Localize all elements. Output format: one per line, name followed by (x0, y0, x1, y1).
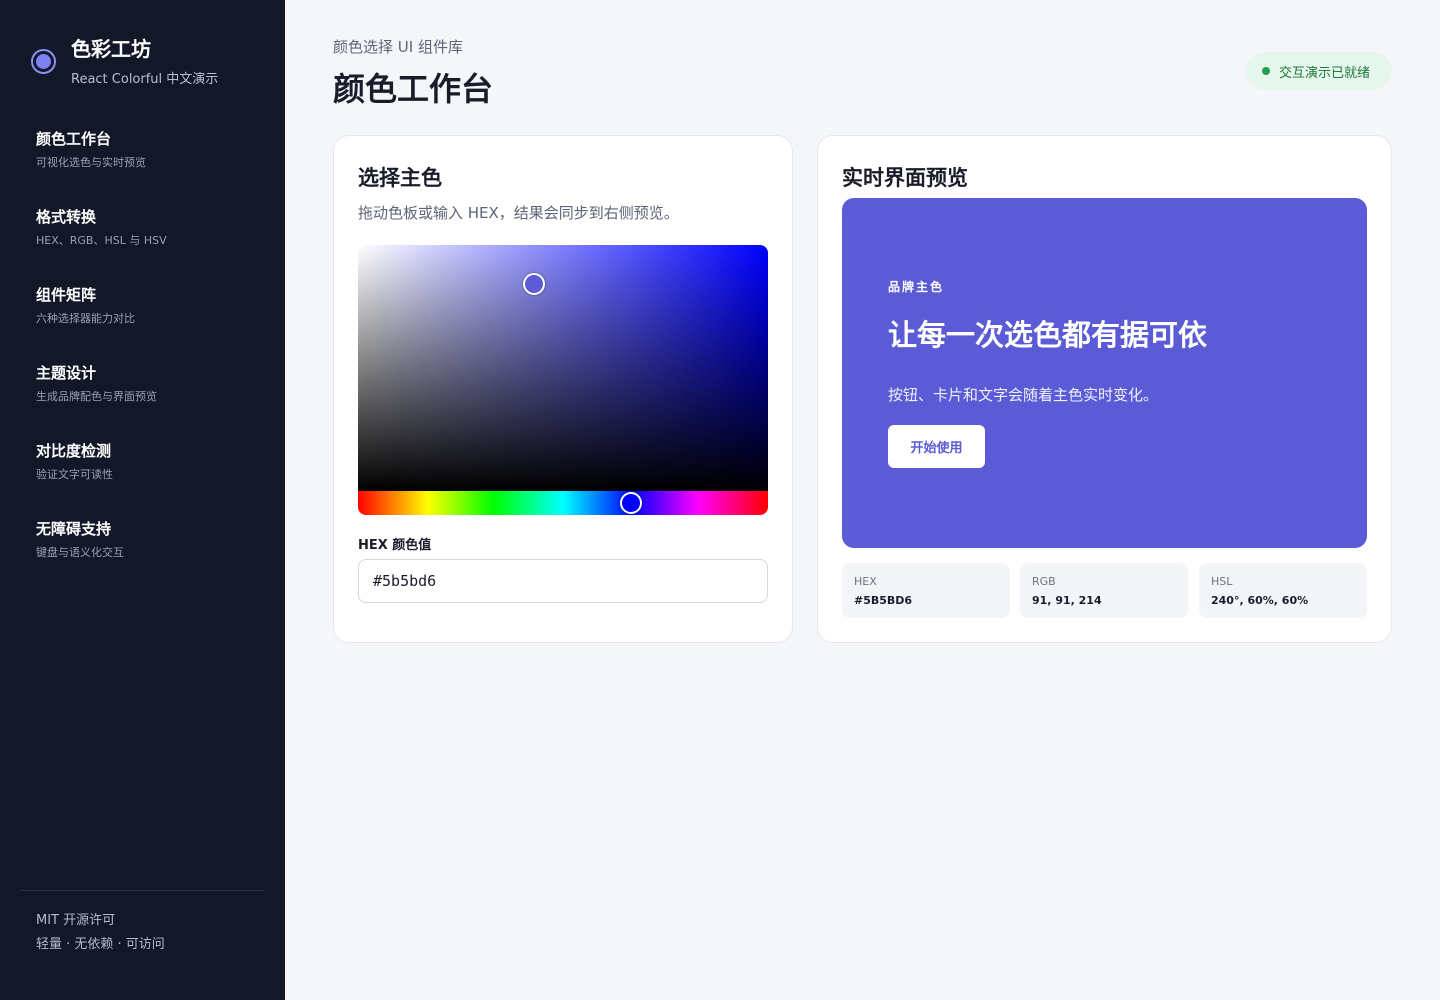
brand: 色彩工坊 React Colorful 中文演示 (31, 36, 218, 87)
sidebar-item-desc: 六种选择器能力对比 (36, 312, 135, 325)
page-title: 颜色工作台 (333, 70, 494, 108)
sidebar: 色彩工坊 React Colorful 中文演示 颜色工作台 可视化选色与实时预… (0, 0, 285, 1000)
value-text: #5B5BD6 (854, 594, 913, 607)
picker-desc: 拖动色板或输入 HEX，结果会同步到右侧预览。 (358, 204, 679, 222)
sidebar-item-desc: 生成品牌配色与界面预览 (36, 390, 157, 403)
footer-tagline: 轻量 · 无依赖 · 可访问 (36, 937, 165, 952)
sidebar-item-format[interactable]: 格式转换 HEX、RGB、HSL 与 HSV (36, 206, 167, 284)
value-text: 91, 91, 214 (1032, 594, 1102, 607)
sidebar-item-desc: 键盘与语义化交互 (36, 546, 124, 559)
hex-label: HEX 颜色值 (358, 538, 432, 553)
hero-headline: 让每一次选色都有据可依 (888, 318, 1208, 352)
preview-hero: 品牌主色 让每一次选色都有据可依 按钮、卡片和文字会随着主色实时变化。 开始使用 (842, 198, 1367, 548)
value-label: HEX (854, 575, 877, 588)
hsl-value-card: HSL 240°, 60%, 60% (1199, 563, 1367, 618)
saturation-handle[interactable] (523, 273, 546, 296)
license-text: MIT 开源许可 (36, 913, 116, 928)
sidebar-item-theme[interactable]: 主题设计 生成品牌配色与界面预览 (36, 362, 167, 440)
hue-slider[interactable] (358, 491, 768, 515)
hero-kicker: 品牌主色 (888, 280, 945, 294)
sidebar-item-title: 组件矩阵 (36, 286, 97, 304)
sidebar-item-title: 颜色工作台 (36, 130, 112, 148)
page-kicker: 颜色选择 UI 组件库 (333, 38, 463, 56)
picker-title: 选择主色 (358, 166, 442, 190)
preview-card: 实时界面预览 品牌主色 让每一次选色都有据可依 按钮、卡片和文字会随着主色实时变… (817, 135, 1392, 643)
sidebar-item-desc: 可视化选色与实时预览 (36, 156, 146, 169)
status-text: 交互演示已就绪 (1279, 65, 1371, 81)
sidebar-item-a11y[interactable]: 无障碍支持 键盘与语义化交互 (36, 518, 167, 596)
start-button[interactable]: 开始使用 (888, 425, 985, 468)
sidebar-divider (20, 890, 265, 891)
hex-input[interactable] (358, 559, 768, 603)
value-label: RGB (1032, 575, 1056, 588)
preview-title: 实时界面预览 (842, 166, 968, 190)
hue-handle[interactable] (620, 492, 643, 514)
sidebar-item-desc: HEX、RGB、HSL 与 HSV (36, 234, 167, 247)
status-dot-icon (1262, 67, 1270, 75)
picker-card: 选择主色 拖动色板或输入 HEX，结果会同步到右侧预览。 HEX 颜色值 (333, 135, 793, 643)
brand-subtitle: React Colorful 中文演示 (71, 72, 219, 87)
sidebar-item-title: 对比度检测 (36, 442, 112, 460)
hex-value-card: HEX #5B5BD6 (842, 563, 1010, 618)
value-text: 240°, 60%, 60% (1211, 594, 1309, 607)
sidebar-item-contrast[interactable]: 对比度检测 验证文字可读性 (36, 440, 167, 518)
hero-desc: 按钮、卡片和文字会随着主色实时变化。 (888, 386, 1159, 404)
rgb-value-card: RGB 91, 91, 214 (1020, 563, 1188, 618)
brand-logo-icon (31, 49, 56, 74)
sidebar-item-title: 格式转换 (36, 208, 97, 226)
sidebar-item-matrix[interactable]: 组件矩阵 六种选择器能力对比 (36, 284, 167, 362)
brand-title: 色彩工坊 (71, 37, 151, 61)
sidebar-item-desc: 验证文字可读性 (36, 468, 113, 481)
sidebar-item-workbench[interactable]: 颜色工作台 可视化选色与实时预览 (36, 128, 167, 206)
status-badge: 交互演示已就绪 (1246, 52, 1392, 90)
sidebar-footer: MIT 开源许可 轻量 · 无依赖 · 可访问 (36, 909, 165, 957)
value-label: HSL (1211, 575, 1233, 588)
sidebar-item-title: 无障碍支持 (36, 520, 112, 538)
saturation-panel[interactable] (358, 245, 768, 491)
sidebar-nav: 颜色工作台 可视化选色与实时预览 格式转换 HEX、RGB、HSL 与 HSV … (36, 128, 167, 596)
sidebar-item-title: 主题设计 (36, 364, 97, 382)
